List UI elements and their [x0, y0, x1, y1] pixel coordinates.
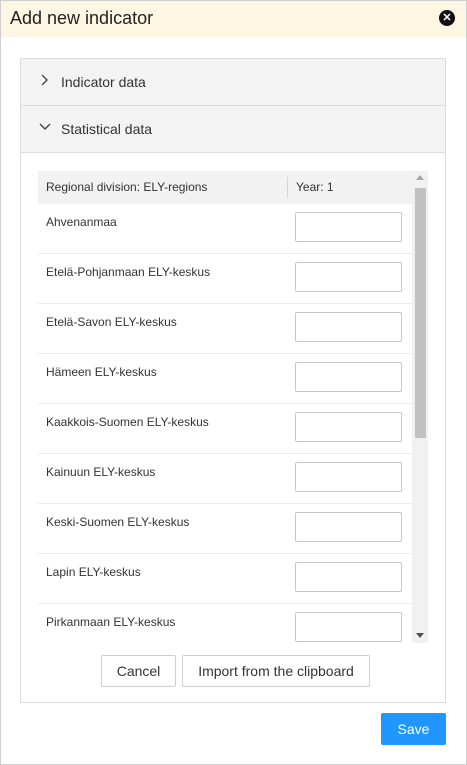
scroll-down-arrow-icon[interactable] — [416, 633, 424, 638]
value-input[interactable] — [295, 562, 402, 592]
dialog-titlebar: Add new indicator ✕ — [1, 1, 466, 37]
panel-label-indicator-data: Indicator data — [61, 74, 146, 90]
value-input[interactable] — [295, 512, 402, 542]
close-icon[interactable]: ✕ — [439, 10, 455, 26]
region-name: Keski-Suomen ELY-keskus — [46, 515, 190, 529]
value-input[interactable] — [295, 312, 402, 342]
table-body: Ahvenanmaa Etelä-Pohjanmaan ELY-keskus E… — [38, 204, 412, 643]
table-row: Keski-Suomen ELY-keskus — [38, 504, 412, 554]
table-row: Kaakkois-Suomen ELY-keskus — [38, 404, 412, 454]
panel-header-statistical-data[interactable]: Statistical data — [21, 106, 445, 153]
table-scrollbar[interactable] — [412, 171, 428, 643]
chevron-down-icon — [39, 123, 51, 130]
value-input[interactable] — [295, 412, 402, 442]
value-input[interactable] — [295, 262, 402, 292]
region-name: Kainuun ELY-keskus — [46, 465, 156, 479]
cancel-button[interactable]: Cancel — [101, 655, 176, 687]
table-row: Hämeen ELY-keskus — [38, 354, 412, 404]
column-header-region: Regional division: ELY-regions — [46, 180, 208, 194]
value-input[interactable] — [295, 212, 402, 242]
table-row: Pirkanmaan ELY-keskus — [38, 604, 412, 643]
value-input[interactable] — [295, 462, 402, 492]
add-indicator-dialog: Add new indicator ✕ Indicator data Stati… — [0, 0, 467, 765]
region-name: Hämeen ELY-keskus — [46, 365, 157, 379]
region-name: Lapin ELY-keskus — [46, 565, 141, 579]
panel-label-statistical-data: Statistical data — [61, 121, 153, 137]
region-name: Ahvenanmaa — [46, 215, 117, 229]
region-name: Pirkanmaan ELY-keskus — [46, 615, 176, 629]
region-name: Etelä-Savon ELY-keskus — [46, 315, 177, 329]
table-row: Etelä-Pohjanmaan ELY-keskus — [38, 254, 412, 304]
value-input[interactable] — [295, 362, 402, 392]
table-row: Lapin ELY-keskus — [38, 554, 412, 604]
scroll-up-arrow-icon[interactable] — [416, 175, 424, 180]
statistical-data-table: Regional division: ELY-regions Year: 1 A… — [38, 171, 428, 643]
table-row: Kainuun ELY-keskus — [38, 454, 412, 504]
chevron-right-icon — [41, 74, 48, 86]
scrollbar-thumb[interactable] — [415, 188, 426, 438]
column-header-year: Year: 1 — [296, 180, 334, 194]
accordion: Indicator data Statistical data Regional… — [20, 58, 446, 703]
import-clipboard-button[interactable]: Import from the clipboard — [182, 655, 370, 687]
table-row: Etelä-Savon ELY-keskus — [38, 304, 412, 354]
panel-header-indicator-data[interactable]: Indicator data — [21, 59, 445, 106]
save-button[interactable]: Save — [381, 713, 446, 745]
table-header: Regional division: ELY-regions Year: 1 — [38, 171, 412, 204]
region-name: Kaakkois-Suomen ELY-keskus — [46, 415, 209, 429]
value-input[interactable] — [295, 612, 402, 642]
table-row: Ahvenanmaa — [38, 204, 412, 254]
region-name: Etelä-Pohjanmaan ELY-keskus — [46, 265, 211, 279]
dialog-title: Add new indicator — [10, 8, 154, 28]
column-divider — [287, 177, 288, 198]
